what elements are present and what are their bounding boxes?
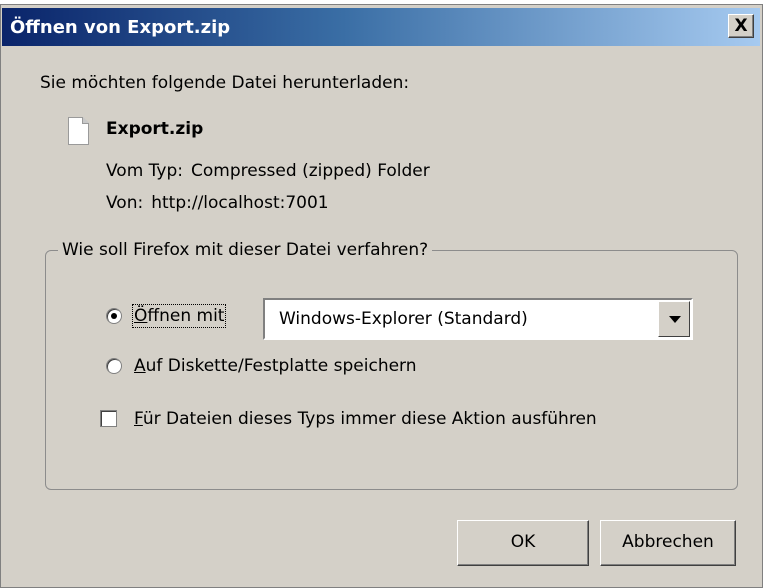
dialog-title: Öffnen von Export.zip: [10, 17, 231, 38]
open-with-accel: Ö: [134, 306, 148, 326]
always-do-this-checkbox[interactable]: [100, 410, 117, 427]
save-radio[interactable]: [106, 358, 122, 374]
close-button[interactable]: X: [728, 14, 754, 38]
save-label[interactable]: Auf Diskette/Festplatte speichern: [134, 356, 417, 376]
always-do-this-label[interactable]: Für Dateien dieses Typs immer diese Akti…: [134, 409, 597, 429]
open-with-label[interactable]: Öffnen mit: [131, 304, 227, 328]
file-name: Export.zip: [106, 119, 204, 139]
file-source-label: Von:: [106, 193, 144, 213]
program-select[interactable]: Windows-Explorer (Standard): [263, 298, 693, 340]
always-accel: F: [134, 409, 143, 429]
open-with-radio[interactable]: [106, 308, 122, 324]
program-select-value: Windows-Explorer (Standard): [279, 309, 528, 329]
title-bar[interactable]: Öffnen von Export.zip X: [2, 8, 760, 46]
save-text: uf Diskette/Festplatte speichern: [145, 356, 417, 376]
intro-text: Sie möchten folgende Datei herunterladen…: [40, 73, 410, 93]
file-type-label: Vom Typ:: [106, 161, 183, 181]
file-type-value: Compressed (zipped) Folder: [191, 161, 430, 181]
file-type-row: Vom Typ: Compressed (zipped) Folder: [106, 161, 430, 181]
ok-button-label: OK: [510, 532, 536, 552]
always-text: ür Dateien dieses Typs immer diese Aktio…: [142, 409, 597, 429]
file-source-value: http://localhost:7001: [151, 193, 329, 213]
cancel-button-label: Abbrechen: [622, 532, 714, 552]
open-with-text: ffnen mit: [147, 306, 225, 326]
close-icon: X: [734, 16, 748, 36]
ok-button[interactable]: OK: [457, 520, 589, 566]
file-source-row: Von: http://localhost:7001: [106, 193, 329, 213]
group-legend: Wie soll Firefox mit dieser Datei verfah…: [58, 240, 433, 260]
save-accel: A: [134, 356, 146, 376]
file-icon: [68, 117, 89, 145]
cancel-button[interactable]: Abbrechen: [600, 520, 736, 566]
chevron-down-icon[interactable]: [658, 301, 690, 337]
